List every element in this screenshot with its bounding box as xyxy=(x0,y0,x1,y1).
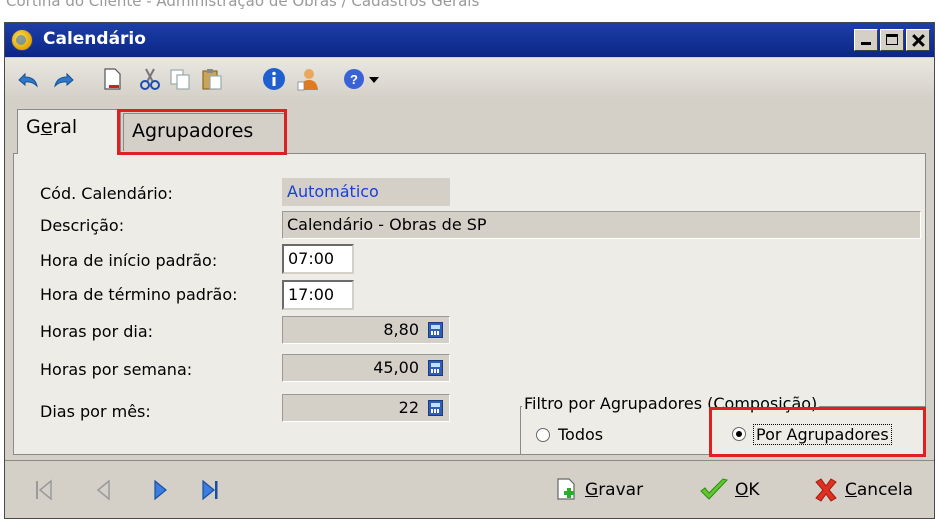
checkmark-icon xyxy=(700,478,728,500)
descricao-field[interactable]: Calendário - Obras de SP xyxy=(282,211,921,239)
cut-icon[interactable] xyxy=(137,66,163,92)
cancela-mnemonic: C xyxy=(845,480,857,500)
tab-agrupadores[interactable]: Agrupadores xyxy=(123,113,287,151)
ok-mnemonic: O xyxy=(735,480,749,500)
copy-icon[interactable] xyxy=(167,66,193,92)
calculator-icon[interactable] xyxy=(428,322,443,338)
window-title: Calendário xyxy=(43,29,146,49)
cancel-x-icon xyxy=(815,478,837,502)
horas-semana-label: Horas por semana: xyxy=(40,360,193,379)
maximize-button[interactable] xyxy=(880,29,904,51)
hora-termino-input[interactable]: 17:00 xyxy=(282,280,354,310)
tab-geral-mnemonic: e xyxy=(40,116,53,138)
last-record-icon[interactable] xyxy=(199,477,221,503)
title-bar: Calendário xyxy=(5,23,934,57)
toolbar: ? xyxy=(5,58,934,100)
gravar-button[interactable]: Gravar xyxy=(555,475,643,505)
minimize-button[interactable] xyxy=(854,29,878,51)
footer-bar: Gravar OK Cancela xyxy=(5,460,934,518)
por-agrupadores-radio[interactable] xyxy=(732,427,746,441)
ok-button[interactable]: OK xyxy=(699,475,760,505)
descricao-label: Descrição: xyxy=(40,216,125,235)
horas-dia-label: Horas por dia: xyxy=(40,322,154,341)
new-document-icon[interactable] xyxy=(99,66,125,92)
horas-dia-value: 8,80 xyxy=(383,320,419,339)
cancela-button[interactable]: Cancela xyxy=(813,475,913,505)
horas-dia-field[interactable]: 8,80 xyxy=(282,316,450,344)
dias-mes-field[interactable]: 22 xyxy=(282,394,450,422)
save-icon xyxy=(557,478,575,500)
todos-radio[interactable] xyxy=(536,428,550,442)
calculator-icon[interactable] xyxy=(428,400,443,416)
por-agrupadores-label[interactable]: Por Agrupadores xyxy=(753,424,892,445)
cod-calendario-field: Automático xyxy=(282,178,450,206)
dias-mes-value: 22 xyxy=(398,398,419,417)
close-button[interactable] xyxy=(906,29,930,51)
tab-agrupadores-label: Agrupadores xyxy=(132,120,254,142)
page-caption: Cortina do Cliente - Administração de Ob… xyxy=(6,0,480,10)
dias-mes-label: Dias por mês: xyxy=(40,402,151,421)
svg-text:?: ? xyxy=(350,72,358,87)
previous-record-icon[interactable] xyxy=(93,477,115,503)
tab-strip: Geral Agrupadores xyxy=(13,107,926,154)
cod-calendario-label: Cód. Calendário: xyxy=(40,184,173,203)
next-record-icon[interactable] xyxy=(149,477,171,503)
paste-icon[interactable] xyxy=(199,66,225,92)
cancela-label: ancela xyxy=(856,480,914,500)
tab-geral-label-part: G xyxy=(26,116,41,138)
tab-geral-label-rest: ral xyxy=(52,116,78,138)
hora-inicio-input[interactable]: 07:00 xyxy=(282,244,354,274)
hora-termino-label: Hora de término padrão: xyxy=(40,285,238,304)
geral-page: Cód. Calendário: Automático Descrição: C… xyxy=(13,153,926,455)
ok-label: K xyxy=(748,480,760,500)
tab-geral[interactable]: Geral xyxy=(17,109,121,154)
calendario-window: Calendário ? Geral Agrupadores Cód. Cale… xyxy=(4,22,935,519)
tab-panel: Geral Agrupadores Cód. Calendário: Autom… xyxy=(13,107,926,457)
horas-semana-field[interactable]: 45,00 xyxy=(282,354,450,382)
user-icon[interactable] xyxy=(295,66,321,92)
dropdown-arrow-icon[interactable] xyxy=(367,66,381,92)
calculator-icon[interactable] xyxy=(428,360,443,376)
gravar-label: ravar xyxy=(598,480,644,500)
first-record-icon[interactable] xyxy=(33,477,55,503)
info-icon[interactable] xyxy=(261,66,287,92)
horas-semana-value: 45,00 xyxy=(373,358,419,377)
help-icon[interactable]: ? xyxy=(341,66,367,92)
undo-icon[interactable] xyxy=(15,66,41,92)
todos-label[interactable]: Todos xyxy=(558,425,603,444)
redo-icon[interactable] xyxy=(51,66,77,92)
filtro-agrupadores-legend: Filtro por Agrupadores (Composição) xyxy=(522,394,820,413)
gravar-mnemonic: G xyxy=(585,480,599,500)
app-icon xyxy=(11,29,33,51)
hora-inicio-label: Hora de início padrão: xyxy=(40,251,218,270)
